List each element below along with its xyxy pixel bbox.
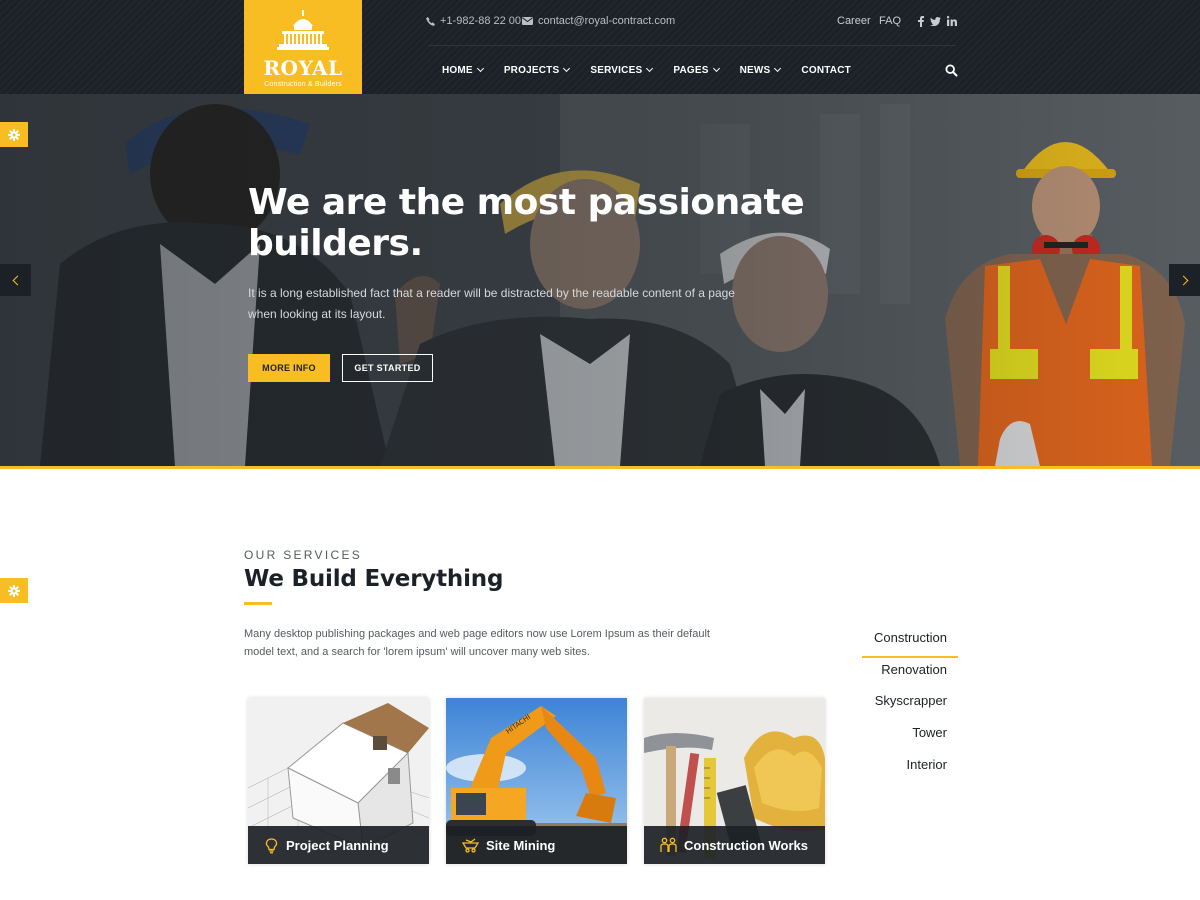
nav-label: HOME: [442, 64, 473, 76]
card-title: Construction Works: [684, 837, 808, 853]
nav-item-home[interactable]: HOME: [442, 62, 484, 78]
hero-accent-line: [0, 466, 1200, 469]
main-nav: HOME PROJECTS SERVICES PAGES NEWS CONTAC…: [442, 62, 872, 78]
section-eyebrow: OUR SERVICES: [244, 548, 363, 562]
linkedin-icon[interactable]: [946, 14, 958, 28]
chevron-down-icon: [476, 64, 484, 73]
service-card-project-planning[interactable]: Project Planning: [248, 698, 429, 864]
section-title: We Build Everything: [244, 566, 504, 592]
card-title: Site Mining: [486, 837, 556, 853]
capitol-building-icon: [277, 10, 329, 50]
chevron-down-icon: [774, 64, 782, 73]
settings-toggle[interactable]: [0, 578, 28, 603]
card-caption: Project Planning: [248, 826, 429, 864]
tab-interior[interactable]: Interior: [862, 753, 958, 785]
gear-icon: [8, 584, 20, 597]
logo-title: ROYAL: [263, 56, 343, 80]
nav-label: PROJECTS: [503, 64, 560, 76]
get-started-button[interactable]: GET STARTED: [342, 354, 433, 382]
hero-slider: We are the most passionate builders. It …: [0, 94, 1200, 466]
email-contact[interactable]: contact@royal-contract.com: [522, 15, 675, 27]
nav-item-services[interactable]: SERVICES: [590, 62, 654, 78]
workers-icon: [660, 837, 677, 852]
service-card-site-mining[interactable]: HITACHI Site Mining: [446, 698, 627, 864]
service-category-tabs: Construction Renovation Skyscrapper Towe…: [862, 626, 958, 784]
tab-construction[interactable]: Construction: [862, 626, 958, 658]
nav-label: SERVICES: [590, 64, 643, 76]
chevron-down-icon: [563, 64, 571, 73]
phone-icon: [426, 16, 435, 26]
card-caption: Site Mining: [446, 826, 627, 864]
site-logo[interactable]: ROYAL Construction & Builders: [244, 0, 362, 94]
section-title-underline: [244, 602, 272, 605]
card-caption: Construction Works: [644, 826, 825, 864]
tab-tower[interactable]: Tower: [862, 721, 958, 753]
site-header: ROYAL Construction & Builders +1-982-88 …: [0, 0, 1200, 94]
chevron-right-icon: [1178, 275, 1188, 285]
facebook-icon[interactable]: [915, 14, 927, 28]
phone-number: +1-982-88 22 00: [440, 15, 522, 27]
style-switcher-toggle[interactable]: [0, 122, 28, 147]
tab-renovation[interactable]: Renovation: [862, 658, 958, 690]
twitter-icon[interactable]: [929, 14, 941, 28]
nav-item-pages[interactable]: PAGES: [673, 62, 720, 78]
tab-skyscrapper[interactable]: Skyscrapper: [862, 689, 958, 721]
hero-overlay: [0, 94, 1200, 466]
nav-item-contact[interactable]: CONTACT: [801, 62, 851, 78]
nav-item-news[interactable]: NEWS: [739, 62, 782, 78]
hero-text: It is a long established fact that a rea…: [248, 286, 735, 321]
service-card-construction-works[interactable]: Construction Works: [644, 698, 825, 864]
gear-icon: [8, 128, 20, 141]
nav-label: CONTACT: [801, 64, 851, 76]
email-address: contact@royal-contract.com: [538, 15, 676, 27]
card-title: Project Planning: [286, 837, 389, 853]
top-bar: +1-982-88 22 00 contact@royal-contract.c…: [426, 12, 958, 32]
faq-link[interactable]: FAQ: [879, 15, 901, 27]
lightbulb-icon: [265, 837, 278, 853]
section-description: Many desktop publishing packages and web…: [244, 628, 710, 658]
phone-contact[interactable]: +1-982-88 22 00: [426, 15, 521, 27]
slider-prev-button[interactable]: [0, 264, 31, 296]
nav-label: NEWS: [739, 64, 771, 76]
mining-cart-icon: [462, 837, 479, 853]
nav-label: PAGES: [673, 64, 709, 76]
nav-item-projects[interactable]: PROJECTS: [503, 62, 571, 78]
header-divider: [428, 45, 956, 46]
envelope-icon: [522, 17, 533, 25]
slider-next-button[interactable]: [1169, 264, 1200, 296]
career-link[interactable]: Career: [837, 15, 871, 27]
chevron-down-icon: [646, 64, 654, 73]
chevron-down-icon: [712, 64, 720, 73]
logo-tagline: Construction & Builders: [264, 81, 342, 88]
search-icon[interactable]: [945, 64, 958, 77]
hero-title: We are the most passionate builders.: [248, 182, 805, 264]
chevron-left-icon: [12, 275, 22, 285]
more-info-button[interactable]: MORE INFO: [248, 354, 330, 382]
